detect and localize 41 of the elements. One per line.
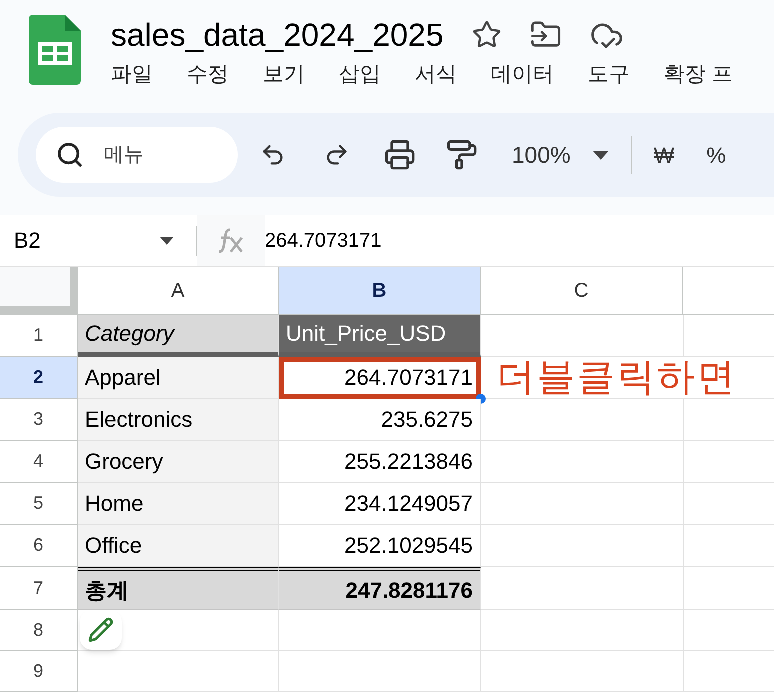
table-cell[interactable]: Office: [78, 525, 279, 567]
row-header[interactable]: 2: [0, 357, 78, 399]
table-cell[interactable]: 총계: [78, 567, 279, 610]
document-title[interactable]: sales_data_2024_2025: [111, 11, 444, 59]
menu-item[interactable]: 수정: [187, 59, 229, 90]
formula-field[interactable]: 264.7073171: [265, 226, 382, 256]
table-cell[interactable]: Grocery: [78, 441, 279, 483]
search-field[interactable]: 메뉴: [36, 127, 238, 183]
menu-item[interactable]: 도구: [588, 59, 630, 90]
menu-item[interactable]: 데이터: [491, 59, 554, 90]
header-cell[interactable]: Unit_Price_USD: [279, 315, 481, 357]
table-cell[interactable]: Electronics: [78, 399, 279, 441]
row-header[interactable]: 5: [0, 483, 78, 525]
row-header[interactable]: 9: [0, 651, 78, 692]
menu-item[interactable]: 파일: [111, 59, 153, 90]
row-header[interactable]: 4: [0, 441, 78, 483]
menu-item[interactable]: 삽입: [339, 59, 381, 90]
currency-button[interactable]: ₩: [654, 138, 675, 172]
menu-item[interactable]: 서식: [415, 59, 457, 90]
table-cell[interactable]: 234.1249057: [279, 483, 481, 525]
zoom-dropdown[interactable]: 100%: [512, 138, 609, 172]
table-cell[interactable]: 235.6275: [279, 399, 481, 441]
annotation-text: 더블클릭하면: [481, 357, 774, 399]
table-cell[interactable]: 247.8281176: [279, 567, 481, 610]
menu-item[interactable]: 보기: [263, 59, 305, 90]
search-input[interactable]: 메뉴: [104, 140, 224, 170]
column-header[interactable]: B: [279, 267, 481, 314]
percent-button[interactable]: %: [706, 138, 726, 172]
menu-item[interactable]: 확장 프: [664, 59, 733, 90]
row-header[interactable]: 6: [0, 525, 78, 567]
name-box[interactable]: B2: [0, 215, 196, 266]
row-header[interactable]: 7: [0, 567, 78, 610]
table-cell[interactable]: Apparel: [78, 357, 279, 399]
row-header[interactable]: 3: [0, 399, 78, 441]
table-cell[interactable]: 252.1029545: [279, 525, 481, 567]
row-header[interactable]: 1: [0, 315, 78, 357]
table-cell[interactable]: 264.7073171: [279, 357, 481, 399]
header-cell[interactable]: Category: [78, 315, 279, 357]
table-cell[interactable]: Home: [78, 483, 279, 525]
table-cell[interactable]: 255.2213846: [279, 441, 481, 483]
row-header[interactable]: 8: [0, 610, 78, 651]
